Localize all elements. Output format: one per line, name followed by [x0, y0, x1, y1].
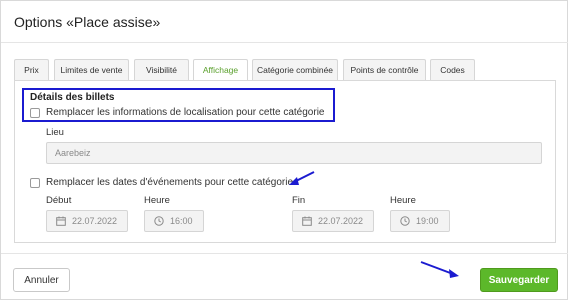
- save-button[interactable]: Sauvegarder: [480, 268, 558, 292]
- annotation-arrow-icon: [289, 171, 459, 278]
- cancel-button[interactable]: Annuler: [13, 268, 70, 292]
- options-dialog: Options «Place assise» Prix Limites de v…: [0, 0, 568, 300]
- footer-divider: [1, 253, 568, 254]
